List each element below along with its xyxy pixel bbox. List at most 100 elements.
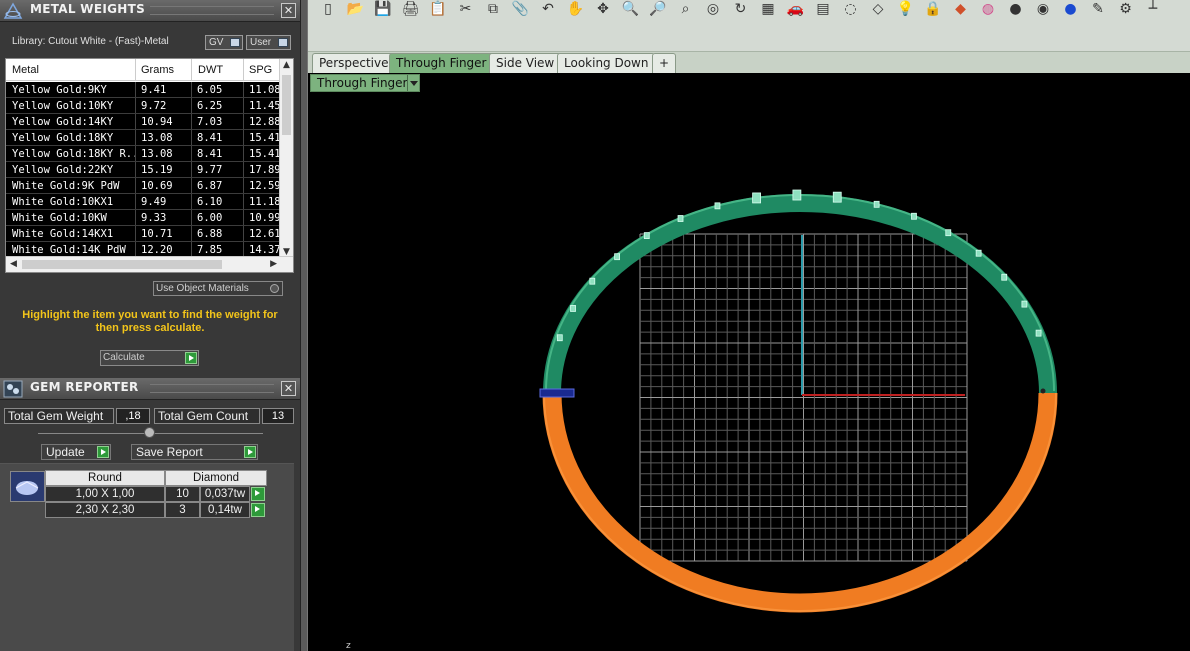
bulb-icon[interactable]: 💡 [896,0,916,19]
metal-weights-titlebar[interactable]: METAL WEIGHTS ✕ [0,0,300,22]
table-row[interactable]: Yellow Gold:9KY 9.41 6.05 11.08 [6,82,281,98]
chevron-down-icon[interactable] [407,75,419,91]
gem-prong[interactable] [792,189,802,201]
scroll-thumb[interactable] [22,260,222,269]
sphere-grey-icon[interactable]: ● [1006,0,1026,19]
play-arrow-icon[interactable] [251,487,265,501]
sphere-shaded-icon[interactable]: ◉ [1033,0,1053,19]
col-header-dwt[interactable]: DWT [198,64,223,76]
table-row[interactable]: White Gold:10KW 9.33 6.00 10.99 [6,210,281,226]
scroll-up-icon[interactable]: ▲ [283,60,290,70]
ring-bottom-half[interactable] [542,392,1058,613]
gem-row-weight[interactable]: 0,14tw [200,502,250,518]
gem-prong[interactable] [975,249,982,257]
cut-icon[interactable]: ✂ [456,0,476,19]
table-row[interactable]: White Gold:10KX1 9.49 6.10 11.18 [6,194,281,210]
layers-icon[interactable]: ◆ [951,0,971,19]
gem-icon[interactable]: ◇ [868,0,888,19]
calculate-button[interactable]: Calculate [100,350,199,366]
titlebar-grip[interactable] [150,384,274,393]
view-dropdown[interactable]: Through Finger [310,74,420,92]
col-header-spg[interactable]: SPG [249,64,272,76]
table-row[interactable]: Yellow Gold:10KY 9.72 6.25 11.45 [6,98,281,114]
zoom-icon[interactable]: 🔍 [621,0,641,19]
grid-icon[interactable]: ▤ [813,0,833,19]
pivot-point-icon[interactable] [1040,388,1046,394]
undo-icon[interactable]: ↶ [538,0,558,19]
tab-perspective[interactable]: Perspective [312,53,396,73]
four-views-icon[interactable]: ▦ [758,0,778,19]
table-row[interactable]: Yellow Gold:14KY 10.94 7.03 12.88 [6,114,281,130]
play-arrow-icon[interactable] [185,352,197,364]
table-row[interactable]: Yellow Gold:22KY 15.19 9.77 17.89 [6,162,281,178]
play-arrow-icon[interactable] [244,446,256,458]
gem-prong[interactable] [1001,273,1008,281]
print-icon[interactable]: 🖨 [401,0,421,19]
panel-splitter[interactable] [300,0,308,651]
paste-icon[interactable]: 📋 [428,0,448,19]
gem-prong[interactable] [643,232,650,240]
close-icon[interactable]: ✕ [281,3,296,18]
gem-prong[interactable] [911,212,917,220]
play-arrow-icon[interactable] [97,446,109,458]
play-arrow-icon[interactable] [251,503,265,517]
add-tab-icon[interactable]: + [652,53,676,73]
gem-prong[interactable] [714,202,721,210]
table-row[interactable]: Yellow Gold:18KY R... 13.08 8.41 15.41 [6,146,281,162]
slider-knob[interactable] [144,427,155,438]
color-wheel-icon[interactable]: ◍ [978,0,998,19]
update-button[interactable]: Update [41,444,111,460]
zoom-window-icon[interactable]: ⌕ [676,0,696,19]
circle-select-icon[interactable]: ◌ [841,0,861,19]
use-object-materials-option[interactable]: Use Object Materials [153,281,283,296]
gem-prong[interactable] [677,215,684,222]
gem-prong[interactable] [752,192,761,204]
pencil-icon[interactable]: ✎ [1088,0,1108,19]
gem-prong[interactable] [570,305,576,312]
metal-table[interactable]: Metal Grams DWT SPG Yellow Gold:9KY 9.41 6… [5,58,294,273]
radio-icon[interactable] [270,284,279,293]
tab-side-view[interactable]: Side View [489,53,562,73]
rotate-view-icon[interactable]: ↻ [731,0,751,19]
new-icon[interactable]: ▯ [318,0,338,19]
tab-through-finger[interactable]: Through Finger [389,53,494,73]
gem-prong[interactable] [1035,329,1042,337]
settings-gear-icon[interactable]: ⚙ [1116,0,1136,19]
col-header-metal[interactable]: Metal [12,64,39,76]
gem-row-size[interactable]: 2,30 X 2,30 [45,502,165,518]
table-row[interactable]: White Gold:14KX1 10.71 6.88 12.61 [6,226,281,242]
titlebar-grip[interactable] [150,6,274,15]
tree-icon[interactable]: ┴ [1143,0,1163,19]
gem-prong[interactable] [1021,300,1028,308]
gem-prong[interactable] [614,253,620,261]
gem-row-count[interactable]: 3 [165,502,200,518]
pan-hand-icon[interactable]: ✋ [566,0,586,19]
3d-viewport[interactable] [308,73,1190,651]
seam-marker[interactable] [539,388,575,398]
copy-icon[interactable]: ⧉ [483,0,503,19]
scroll-right-icon[interactable]: ▶ [270,259,277,269]
save-report-button[interactable]: Save Report [131,444,258,460]
lock-icon[interactable]: 🔒 [923,0,943,19]
gem-prong[interactable] [873,200,880,208]
table-row[interactable]: White Gold:9K PdW 10.69 6.87 12.59 [6,178,281,194]
gv-toggle[interactable]: GV [205,35,243,50]
gem-prong[interactable] [945,229,952,237]
clipboard-icon[interactable]: 📎 [511,0,531,19]
horizontal-scrollbar[interactable]: ◀ ▶ [6,256,293,272]
col-header-grams[interactable]: Grams [141,64,174,76]
zoom-out-icon[interactable]: 🔎 [648,0,668,19]
scroll-left-icon[interactable]: ◀ [10,259,17,269]
table-row[interactable]: Yellow Gold:18KY 13.08 8.41 15.41 [6,130,281,146]
tab-looking-down[interactable]: Looking Down [557,53,656,73]
gem-prong[interactable] [556,334,563,342]
zoom-dynamic-icon[interactable]: ◎ [703,0,723,19]
gem-prong[interactable] [589,277,596,285]
gem-row-weight[interactable]: 0,037tw [200,486,250,502]
gem-row-size[interactable]: 1,00 X 1,00 [45,486,165,502]
save-icon[interactable]: 💾 [373,0,393,19]
close-icon[interactable]: ✕ [281,381,296,396]
sphere-blue-icon[interactable]: ● [1061,0,1081,19]
move-icon[interactable]: ✥ [593,0,613,19]
gem-reporter-titlebar[interactable]: GEM REPORTER ✕ [0,378,300,400]
